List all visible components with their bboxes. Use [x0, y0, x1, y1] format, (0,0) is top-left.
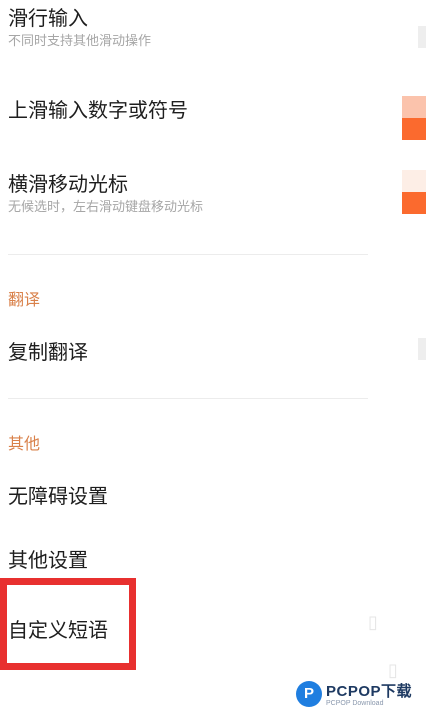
- section-header-translate: 翻译: [8, 290, 41, 309]
- section-divider: [8, 398, 368, 399]
- watermark-brand-suffix: 下载: [381, 683, 413, 700]
- toggle-switch-on[interactable]: [402, 170, 426, 214]
- toggle-thumb: [402, 118, 426, 140]
- setting-row-horizontal-cursor[interactable]: 横滑移动光标 无候选时，左右滑动键盘移动光标: [0, 158, 380, 228]
- watermark-text: PCPOP下载 PCPOP Download: [326, 680, 412, 707]
- setting-title: 滑行输入: [8, 6, 88, 30]
- pcpop-logo-icon: P: [296, 680, 322, 707]
- watermark-tagline: PCPOP Download: [326, 700, 384, 707]
- toggle-track: [402, 96, 426, 118]
- setting-subtitle: 无候选时，左右滑动键盘移动光标: [8, 200, 204, 215]
- decorative-mark: ▯: [388, 660, 398, 681]
- logo-letter: P: [303, 685, 314, 702]
- watermark-brand-name: PCPOP: [326, 683, 382, 700]
- setting-row-swipe-up-input[interactable]: 上滑输入数字或符号: [0, 84, 380, 140]
- watermark-brand: PCPOP下载: [326, 680, 412, 701]
- toggle-thumb: [402, 192, 426, 214]
- toggle-switch-off[interactable]: [418, 26, 426, 48]
- watermark: P PCPOP下载 PCPOP Download: [296, 680, 412, 707]
- toggle-switch-off[interactable]: [418, 338, 426, 360]
- setting-row-slide-input[interactable]: 滑行输入 不同时支持其他滑动操作: [0, 0, 380, 60]
- decorative-mark: ▯: [368, 612, 378, 633]
- section-divider: [8, 254, 368, 255]
- setting-title: 横滑移动光标: [8, 172, 128, 196]
- setting-row-other-settings[interactable]: 其他设置: [0, 538, 380, 582]
- setting-row-copy-translate[interactable]: 复制翻译: [0, 330, 380, 374]
- setting-title: 上滑输入数字或符号: [8, 98, 188, 122]
- setting-row-accessibility[interactable]: 无障碍设置: [0, 474, 380, 518]
- setting-subtitle: 不同时支持其他滑动操作: [8, 34, 152, 49]
- setting-title: 无障碍设置: [8, 484, 108, 508]
- section-header-other: 其他: [8, 434, 41, 453]
- highlight-box: [0, 578, 136, 670]
- toggle-track: [402, 170, 426, 192]
- toggle-switch-on[interactable]: [402, 96, 426, 140]
- setting-title: 其他设置: [8, 548, 88, 572]
- setting-title: 复制翻译: [8, 340, 88, 364]
